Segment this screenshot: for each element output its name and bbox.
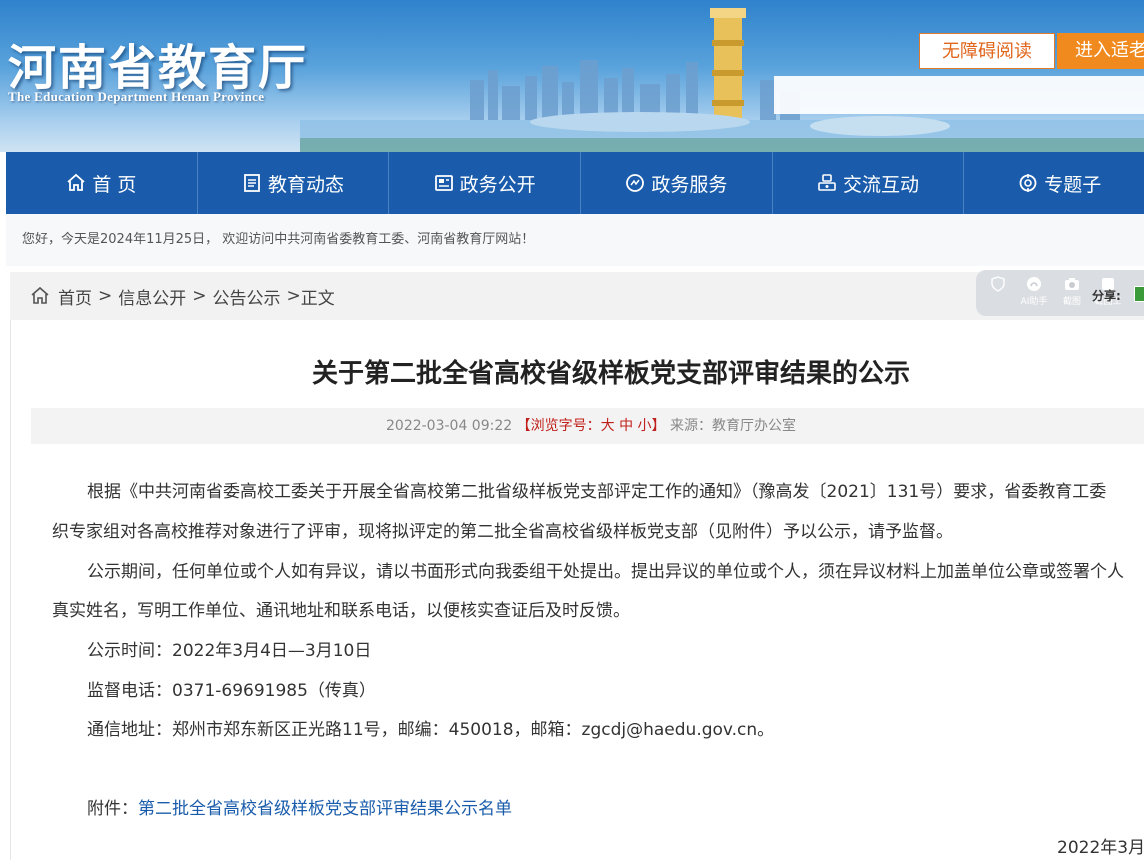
font-size-switcher[interactable]: 【浏览字号：大 中 小】 (517, 418, 666, 434)
paragraph-1-line-2: 织专家组对各高校推荐对象进行了评审，现将拟评定的第二批全省高校省级样板党支部（见… (52, 522, 953, 542)
share-label: 分享: (1092, 289, 1121, 303)
ai-assistant-button[interactable]: AI助手 (1016, 276, 1052, 307)
header-banner: 河南省教育厅 The Education Department Henan Pr… (0, 0, 1144, 152)
home-icon (67, 173, 85, 191)
heart-shield-icon (991, 276, 1005, 292)
site-logo-subtitle: The Education Department Henan Province (8, 89, 265, 104)
publish-date: 2022-03-04 09:22 (386, 418, 513, 434)
article: 关于第二批全省高校省级样板党支部评审结果的公示 2022-03-04 09:22… (10, 320, 1144, 860)
site-logo-text[interactable]: 河南省教育厅 (8, 28, 308, 98)
elder-mode-button[interactable]: 进入适老 (1057, 33, 1144, 69)
footer-date: 2022年3月4 (1057, 838, 1144, 858)
home-icon (31, 286, 49, 304)
nav-item-gov-service[interactable]: 政务服务 (581, 152, 773, 214)
breadcrumb-notices[interactable]: 公告公示 (213, 284, 281, 309)
heart-tool[interactable] (980, 276, 1016, 294)
nav-item-home[interactable]: 首 页 (6, 152, 198, 214)
nav-label: 政务服务 (651, 173, 728, 196)
attachment-link[interactable]: 第二批全省高校省级样板党支部评审结果公示名单 (138, 799, 512, 819)
camera-icon (1065, 278, 1079, 290)
article-source: 来源：教育厅办公室 (669, 418, 796, 434)
breadcrumb-info-open[interactable]: 信息公开 (118, 284, 186, 309)
gov-open-icon (434, 175, 453, 191)
nav-label: 政务公开 (459, 173, 536, 196)
supervision-phone: 监督电话：0371-69691985（传真） (87, 681, 376, 701)
attachment: 附件：第二批全省高校省级样板党支部评审结果公示名单 (87, 794, 512, 819)
news-icon (244, 174, 260, 192)
breadcrumb: 首页 > 信息公开 > 公告公示 > 正文 (10, 272, 1144, 320)
ai-icon (1027, 277, 1041, 291)
nav-label: 教育动态 (268, 173, 345, 196)
paragraph-1-line-1: 根据《中共河南省委高校工委关于开展全省高校第二批省级样板党支部评定工作的通知》（… (87, 482, 1107, 502)
accessible-reading-button[interactable]: 无障碍阅读 (919, 33, 1055, 69)
tool-panel: AI助手 截图 截图工 分享: (976, 270, 1144, 316)
nav-label: 专题子 (1044, 173, 1102, 196)
nav-item-topics[interactable]: 专题子 (964, 152, 1144, 214)
nav-item-interaction[interactable]: 交流互动 (773, 152, 965, 214)
breadcrumb-separator: > (98, 286, 113, 306)
screenshot-label: 截图 (1062, 297, 1081, 307)
search-input[interactable] (774, 76, 1144, 114)
article-meta: 2022-03-04 09:22 【浏览字号：大 中 小】 来源：教育厅办公室 (31, 408, 1144, 444)
breadcrumb-home[interactable]: 首页 (58, 284, 92, 309)
main-nav: 首 页 教育动态 政务公开 政务服务 交流互动 专题子 (6, 152, 1144, 214)
mailing-address: 通信地址：郑州市郑东新区正光路11号，邮编：450018，邮箱：zgcdj@ha… (87, 720, 775, 740)
service-icon (626, 174, 645, 192)
interact-icon (818, 174, 836, 191)
screenshot-button[interactable]: 截图 (1054, 276, 1090, 307)
breadcrumb-current: 正文 (300, 288, 335, 309)
breadcrumb-separator: > (286, 286, 301, 306)
paragraph-2-line-2: 真实姓名，写明工作单位、通讯地址和联系电话，以便核实查证后及时反馈。 (52, 601, 630, 621)
nav-label: 首 页 (92, 173, 137, 196)
nav-item-gov-open[interactable]: 政务公开 (389, 152, 582, 214)
notice-period: 公示时间：2022年3月4日—3月10日 (87, 641, 372, 661)
nav-item-edu-news[interactable]: 教育动态 (198, 152, 390, 214)
paragraph-2-line-1: 公示期间，任何单位或个人如有异议，请以书面形式向我委组干处提出。提出异议的单位或… (87, 562, 1124, 582)
welcome-text: 您好，今天是2024年11月25日， 欢迎访问中共河南省委教育工委、河南省教育厅… (6, 214, 1144, 266)
breadcrumb-separator: > (192, 286, 207, 306)
ai-assistant-label: AI助手 (1020, 297, 1048, 307)
article-title: 关于第二批全省高校省级样板党支部评审结果的公示 (311, 359, 910, 389)
topic-icon (1019, 174, 1037, 192)
wechat-share-icon[interactable] (1134, 286, 1144, 302)
nav-label: 交流互动 (843, 173, 920, 196)
attachment-label: 附件： (87, 799, 138, 819)
